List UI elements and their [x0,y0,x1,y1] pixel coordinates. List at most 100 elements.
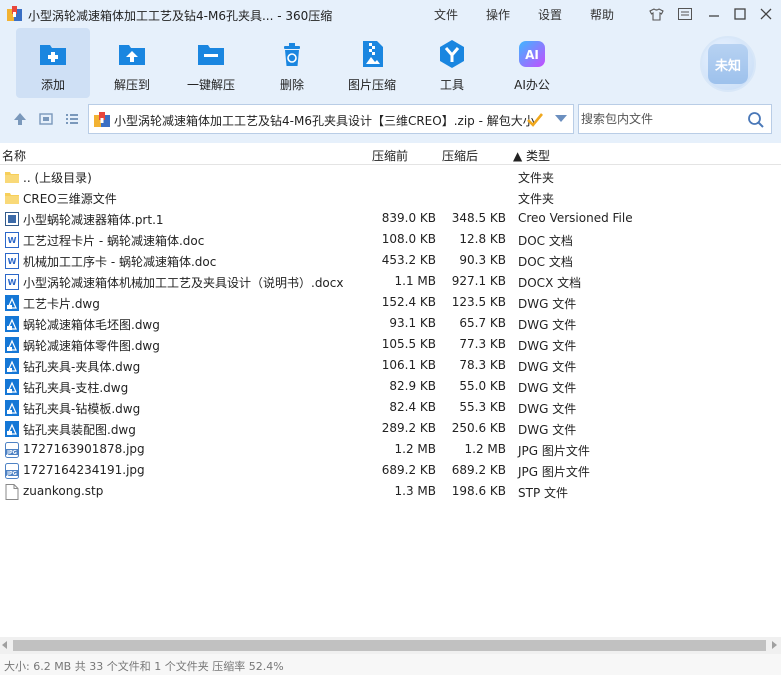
file-row[interactable]: 钻孔夹具-钻模板.dwg 82.4 KB 55.3 KB DWG 文件 [0,397,781,418]
badge-label: 未知 [714,58,741,74]
file-row[interactable]: JPG 1727163901878.jpg 1.2 MB 1.2 MB JPG 图片文件 [0,439,781,460]
file-row[interactable]: JPG 1727164234191.jpg 689.2 KB 689.2 KB JPG … [0,460,781,481]
ai-office-button[interactable]: AI AI办公 [495,28,569,98]
file-row[interactable]: 钻孔夹具-支柱.dwg 82.9 KB 55.0 KB DWG 文件 [0,376,781,397]
file-type: 文件夹 [518,171,555,185]
file-size: 453.2 KB [381,253,436,267]
file-row[interactable]: .. (上级目录) 文件夹 [0,166,781,187]
file-row[interactable]: CREO三维源文件 文件夹 [0,187,781,208]
skin-button[interactable] [645,4,667,24]
file-row[interactable]: 蜗轮减速箱体零件图.dwg 105.5 KB 77.3 KB DWG 文件 [0,334,781,355]
compact-mode-button[interactable] [674,4,696,24]
folder-icon [5,169,19,185]
close-button[interactable] [755,4,777,24]
file-name: 工艺过程卡片 - 蜗轮减速箱体.doc [23,234,205,248]
up-level-button[interactable] [12,111,28,127]
close-icon [760,8,772,20]
file-type: STP 文件 [518,486,568,500]
file-size: 1.3 MB [394,484,436,498]
file-name: 小型涡轮减速箱体机械加工工艺及夹具设计（说明书）.docx [23,276,344,290]
file-size: 108.0 KB [381,232,436,246]
file-packed-size: 12.8 KB [459,232,506,246]
arrow-up-icon [14,113,26,125]
horizontal-scrollbar[interactable] [0,637,781,654]
column-type[interactable]: ▲ 类型 [513,147,550,164]
file-packed-size: 65.7 KB [459,316,506,330]
file-name: 小型蜗轮减速器箱体.prt.1 [23,213,164,227]
scrollbar-thumb[interactable] [13,640,766,651]
file-size: 1.1 MB [394,274,436,288]
toolbar: 添加 解压到 一键解压 删除 图片压缩 工具 AI AI办公 [0,28,781,98]
file-name: .. (上级目录) [23,171,92,185]
file-size: 106.1 KB [381,358,436,372]
extract-to-button[interactable]: 解压到 [95,28,169,98]
dwg-file-icon [5,316,19,332]
address-bar[interactable]: 小型涡轮减速箱体加工工艺及钻4-M6孔夹具设计【三维CREO】.zip - 解包… [88,104,574,134]
one-click-extract-button[interactable]: 一键解压 [174,28,248,98]
column-name[interactable]: 名称 [2,147,26,164]
tools-button[interactable]: 工具 [415,28,489,98]
address-path: 小型涡轮减速箱体加工工艺及钻4-M6孔夹具设计【三维CREO】.zip - 解包… [114,114,535,128]
delete-button[interactable]: 删除 [255,28,329,98]
file-row[interactable]: 工艺卡片.dwg 152.4 KB 123.5 KB DWG 文件 [0,292,781,313]
archive-icon [94,112,110,127]
svg-text:W: W [8,278,17,287]
file-name: 蜗轮减速箱体毛坯图.dwg [23,318,160,332]
file-type: DWG 文件 [518,297,577,311]
file-type: DOC 文档 [518,255,573,269]
word-doc-icon: W [5,253,19,269]
file-packed-size: 90.3 KB [459,253,506,267]
address-dropdown-icon[interactable] [555,115,567,122]
svg-text:JPG: JPG [6,471,17,477]
file-row[interactable]: 钻孔夹具装配图.dwg 289.2 KB 250.6 KB DWG 文件 [0,418,781,439]
file-rows: .. (上级目录) 文件夹 CREO三维源文件 文件夹 小型蜗轮减速器箱体.prt.1 8… [0,166,781,502]
file-row[interactable]: W 机械加工工序卡 - 蜗轮减速箱体.doc 453.2 KB 90.3 KB DOC … [0,250,781,271]
file-row[interactable]: 钻孔夹具-夹具体.dwg 106.1 KB 78.3 KB DWG 文件 [0,355,781,376]
column-packed[interactable]: 压缩后 [442,147,478,164]
address-row: 小型涡轮减速箱体加工工艺及钻4-M6孔夹具设计【三维CREO】.zip - 解包… [0,103,781,135]
svg-text:W: W [8,236,17,245]
file-packed-size: 927.1 KB [451,274,506,288]
dwg-file-icon [5,400,19,416]
file-packed-size: 1.2 MB [464,442,506,456]
menu-help[interactable]: 帮助 [590,6,614,23]
image-compress-button[interactable]: 图片压缩 [335,28,409,98]
maximize-button[interactable] [729,4,751,24]
file-row[interactable]: 小型蜗轮减速器箱体.prt.1 839.0 KB 348.5 KB Creo Vers… [0,208,781,229]
file-name: 机械加工工序卡 - 蜗轮减速箱体.doc [23,255,217,269]
one-click-extract-label: 一键解压 [186,78,235,92]
scroll-left-icon[interactable] [2,641,7,649]
menu-settings[interactable]: 设置 [538,6,562,23]
column-size[interactable]: 压缩前 [372,147,408,164]
window-layout-icon [678,8,692,20]
add-button[interactable]: 添加 [16,28,90,98]
file-type: JPG 图片文件 [518,465,590,479]
list-view-button[interactable] [64,111,80,127]
file-packed-size: 123.5 KB [451,295,506,309]
delete-label: 删除 [279,78,304,92]
dwg-file-icon [5,421,19,437]
file-row[interactable]: 蜗轮减速箱体毛坯图.dwg 93.1 KB 65.7 KB DWG 文件 [0,313,781,334]
add-label: 添加 [40,78,65,92]
menu-operate[interactable]: 操作 [486,6,510,23]
file-name: 钻孔夹具装配图.dwg [23,423,136,437]
file-packed-size: 78.3 KB [459,358,506,372]
search-input[interactable] [581,106,741,132]
svg-text:W: W [8,257,17,266]
minimize-button[interactable] [703,4,725,24]
scroll-right-icon[interactable] [772,641,777,649]
status-bar: 大小: 6.2 MB 共 33 个文件和 1 个文件夹 压缩率 52.4% [0,654,781,675]
search-box [578,104,772,134]
file-row[interactable]: W 工艺过程卡片 - 蜗轮减速箱体.doc 108.0 KB 12.8 KB DOC 文… [0,229,781,250]
status-text: 大小: 6.2 MB 共 33 个文件和 1 个文件夹 压缩率 52.4% [4,660,284,673]
menu-file[interactable]: 文件 [434,6,458,23]
tools-icon [440,40,464,68]
jpg-file-icon: JPG [5,463,19,479]
search-icon[interactable] [747,111,765,129]
file-name: 钻孔夹具-钻模板.dwg [23,402,141,416]
thumbnail-view-button[interactable] [38,111,54,127]
file-row[interactable]: W 小型涡轮减速箱体机械加工工艺及夹具设计（说明书）.docx 1.1 MB 927.… [0,271,781,292]
file-row[interactable]: zuankong.stp 1.3 MB 198.6 KB STP 文件 [0,481,781,502]
app-logo-icon [7,6,22,21]
membership-badge[interactable]: 未知 [700,36,756,92]
